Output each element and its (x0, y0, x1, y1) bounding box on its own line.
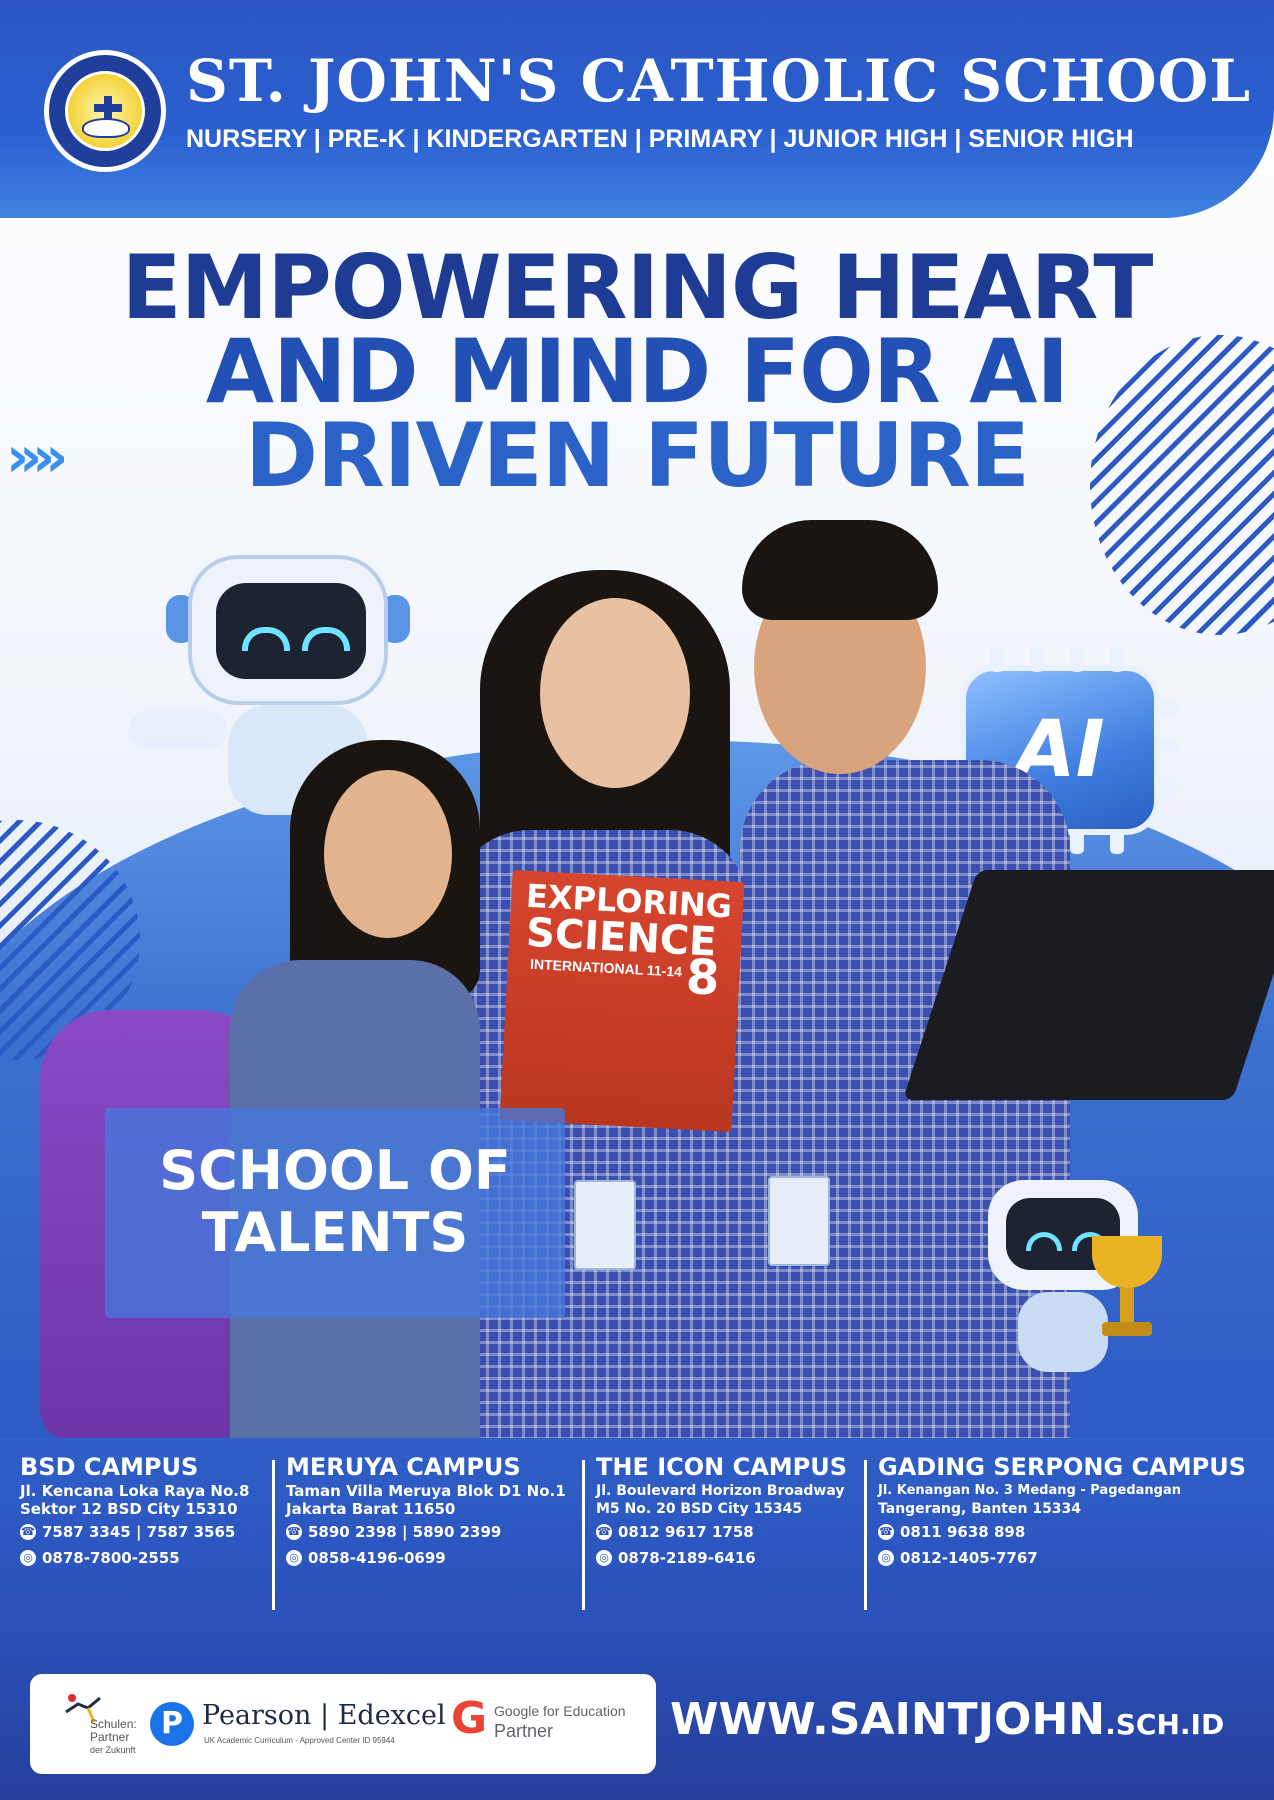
chip-pin (1156, 700, 1180, 714)
phone-icon: ☎ (596, 1524, 612, 1540)
logo-wings (82, 118, 130, 138)
google-partner: Partner (494, 1721, 554, 1741)
schulen-line-3: der Zukunft (90, 1745, 136, 1755)
school-levels: NURSERY | PRE-K | KINDERGARTEN | PRIMARY… (186, 125, 1134, 153)
campus-whatsapp-text: 0812-1405-7767 (900, 1549, 1038, 1567)
campus-phone: ☎ 7587 3345 | 7587 3565 (20, 1520, 249, 1544)
chip-pin (990, 648, 1004, 672)
partners-panel: Schulen: Partner der Zukunft P Pearson |… (30, 1674, 656, 1774)
whatsapp-icon: ◎ (20, 1550, 36, 1566)
website-url[interactable]: WWW.SAINTJOHN.SCH.ID (670, 1690, 1260, 1755)
trophy-stem (1120, 1288, 1134, 1324)
robot-eye-left (242, 627, 290, 651)
book-number: 8 (684, 948, 721, 1007)
headline: EMPOWERING HEART AND MIND FOR AI DRIVEN … (0, 236, 1274, 507)
campus-whatsapp-text: 0858-4196-0699 (308, 1549, 446, 1567)
school-logo (44, 50, 166, 172)
talents-line-1: SCHOOL OF (159, 1139, 511, 1202)
campus-address-2: Tangerang, Banten 15334 (878, 1501, 1082, 1517)
campus-name: BSD CAMPUS (20, 1453, 199, 1481)
boy-hair (742, 520, 938, 620)
chip-pin (1070, 648, 1084, 672)
chip-pin (1110, 830, 1124, 854)
google-for-education: Google for Education (494, 1703, 626, 1719)
schulen-text: Schulen: Partner der Zukunft (90, 1718, 137, 1757)
campus-divider (864, 1460, 867, 1610)
talents-text: SCHOOL OF TALENTS (105, 1140, 565, 1264)
campus-phone: ☎ 0811 9638 898 (878, 1520, 1246, 1544)
campus-bsd: BSD CAMPUS Jl. Kencana Loka Raya No.8 Se… (20, 1452, 249, 1570)
campus-whatsapp: ◎ 0812-1405-7767 (878, 1546, 1246, 1570)
whatsapp-icon: ◎ (286, 1550, 302, 1566)
campus-divider (582, 1460, 585, 1610)
robot2-eye-left (1026, 1232, 1062, 1251)
trophy-base (1102, 1322, 1152, 1336)
campus-whatsapp-text: 0878-2189-6416 (618, 1549, 756, 1567)
website-main: WWW.SAINTJOHN (670, 1694, 1106, 1745)
phone-icon: ☎ (286, 1524, 302, 1540)
campus-gading-serpong: GADING SERPONG CAMPUS Jl. Kenangan No. 3… (878, 1452, 1246, 1570)
poster: ST. JOHN'S CATHOLIC SCHOOL NURSERY | PRE… (0, 0, 1274, 1800)
girl-face (540, 598, 690, 788)
campus-address-2: M5 No. 20 BSD City 15345 (596, 1501, 803, 1517)
chip-pin (1110, 648, 1124, 672)
logo-cross-horizontal (94, 104, 122, 112)
campus-address-2: Jakarta Barat 11650 (286, 1500, 456, 1518)
campus-address-1: Jl. Kencana Loka Raya No.8 (20, 1482, 250, 1500)
chip-pin (1156, 780, 1180, 794)
talents-line-2: TALENTS (201, 1201, 469, 1264)
campus-address-2: Sektor 12 BSD City 15310 (20, 1500, 238, 1518)
campus-whatsapp-text: 0878-7800-2555 (42, 1549, 180, 1567)
campus-whatsapp: ◎ 0878-2189-6416 (596, 1546, 847, 1570)
phone-icon: ☎ (878, 1524, 894, 1540)
chip-pin (1156, 740, 1180, 754)
campus-phone-text: 0811 9638 898 (900, 1523, 1026, 1541)
campus-address-1: Taman Villa Meruya Blok D1 No.1 (286, 1482, 566, 1500)
whatsapp-icon: ◎ (878, 1550, 894, 1566)
campus-phone: ☎ 0812 9617 1758 (596, 1520, 847, 1544)
pearson-approved-center: UK Academic Curriculum - Approved Center… (204, 1736, 395, 1745)
campus-phone: ☎ 5890 2398 | 5890 2399 (286, 1520, 566, 1544)
id-card (574, 1180, 636, 1270)
headline-line-1: EMPOWERING HEART (121, 236, 1154, 339)
school-name: ST. JOHN'S CATHOLIC SCHOOL (186, 47, 1251, 115)
whatsapp-icon: ◎ (596, 1550, 612, 1566)
headline-line-3: DRIVEN FUTURE (245, 404, 1030, 507)
pearson-edexcel: Pearson | Edexcel (202, 1700, 446, 1731)
child-face (324, 770, 452, 938)
campus-address-1: Jl. Boulevard Horizon Broadway (596, 1483, 845, 1499)
chip-pin (1030, 648, 1044, 672)
schulen-line-2: Partner (90, 1730, 130, 1744)
campus-name: GADING SERPONG CAMPUS (878, 1453, 1246, 1481)
robot-eye-right (302, 627, 350, 651)
campus-address-1: Jl. Kenangan No. 3 Medang - Pagedangan (878, 1483, 1181, 1498)
robot-head (188, 555, 388, 705)
header-banner: ST. JOHN'S CATHOLIC SCHOOL NURSERY | PRE… (0, 0, 1274, 218)
campus-meruya: MERUYA CAMPUS Taman Villa Meruya Blok D1… (286, 1452, 566, 1570)
pearson-p-icon: P (150, 1702, 194, 1746)
website-suffix: .SCH.ID (1105, 1708, 1225, 1741)
campus-phone-text: 5890 2398 | 5890 2399 (308, 1523, 502, 1541)
chip-pin (1070, 830, 1084, 854)
chevron-arrows-icon: ›››› (6, 425, 68, 490)
campus-whatsapp: ◎ 0878-7800-2555 (20, 1546, 249, 1570)
id-card (768, 1176, 830, 1266)
campus-phone-text: 7587 3345 | 7587 3565 (42, 1523, 236, 1541)
phone-icon: ☎ (20, 1524, 36, 1540)
robot2-body (1018, 1292, 1108, 1372)
robot-face-screen (216, 583, 366, 679)
campus-name: THE ICON CAMPUS (596, 1453, 848, 1481)
campus-whatsapp: ◎ 0858-4196-0699 (286, 1546, 566, 1570)
campus-divider (272, 1460, 275, 1610)
logo-emblem (65, 71, 145, 151)
campus-icon: THE ICON CAMPUS Jl. Boulevard Horizon Br… (596, 1452, 847, 1570)
google-g-icon: G (450, 1693, 488, 1744)
campus-name: MERUYA CAMPUS (286, 1453, 521, 1481)
robot-arm (128, 711, 228, 749)
schulen-partner-logo: Schulen: Partner der Zukunft (50, 1688, 150, 1760)
campus-phone-text: 0812 9617 1758 (618, 1523, 754, 1541)
headline-line-2: AND MIND FOR AI (205, 320, 1069, 423)
